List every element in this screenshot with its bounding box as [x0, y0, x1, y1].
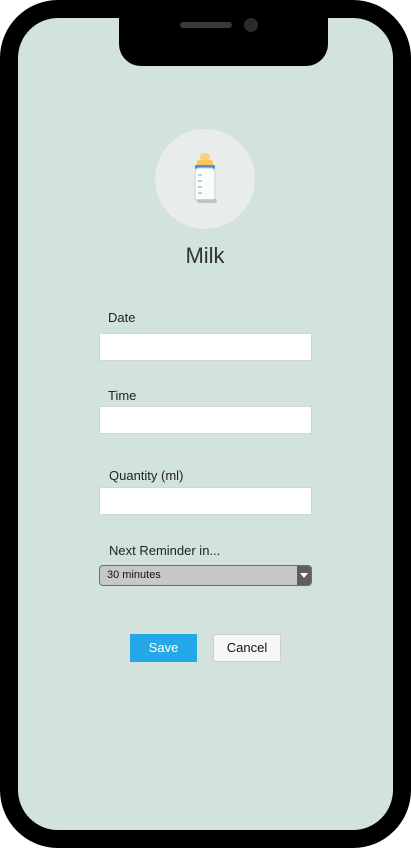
reminder-select[interactable]: 30 minutes — [99, 565, 312, 586]
time-label: Time — [108, 388, 137, 403]
baby-bottle-icon — [194, 153, 217, 203]
time-field[interactable] — [99, 406, 312, 434]
quantity-field[interactable] — [99, 487, 312, 515]
quantity-label: Quantity (ml) — [109, 468, 184, 483]
save-button[interactable]: Save — [130, 634, 197, 662]
page-title: Milk — [185, 243, 225, 268]
date-label: Date — [108, 310, 136, 325]
cancel-button[interactable]: Cancel — [213, 634, 281, 662]
date-field[interactable] — [99, 333, 312, 361]
reminder-label: Next Reminder in... — [109, 543, 221, 558]
milk-icon-badge — [155, 129, 255, 229]
front-camera — [244, 18, 258, 32]
chevron-down-icon[interactable] — [297, 566, 311, 585]
speaker-grille — [180, 22, 232, 28]
reminder-selected-value: 30 minutes — [107, 569, 161, 581]
